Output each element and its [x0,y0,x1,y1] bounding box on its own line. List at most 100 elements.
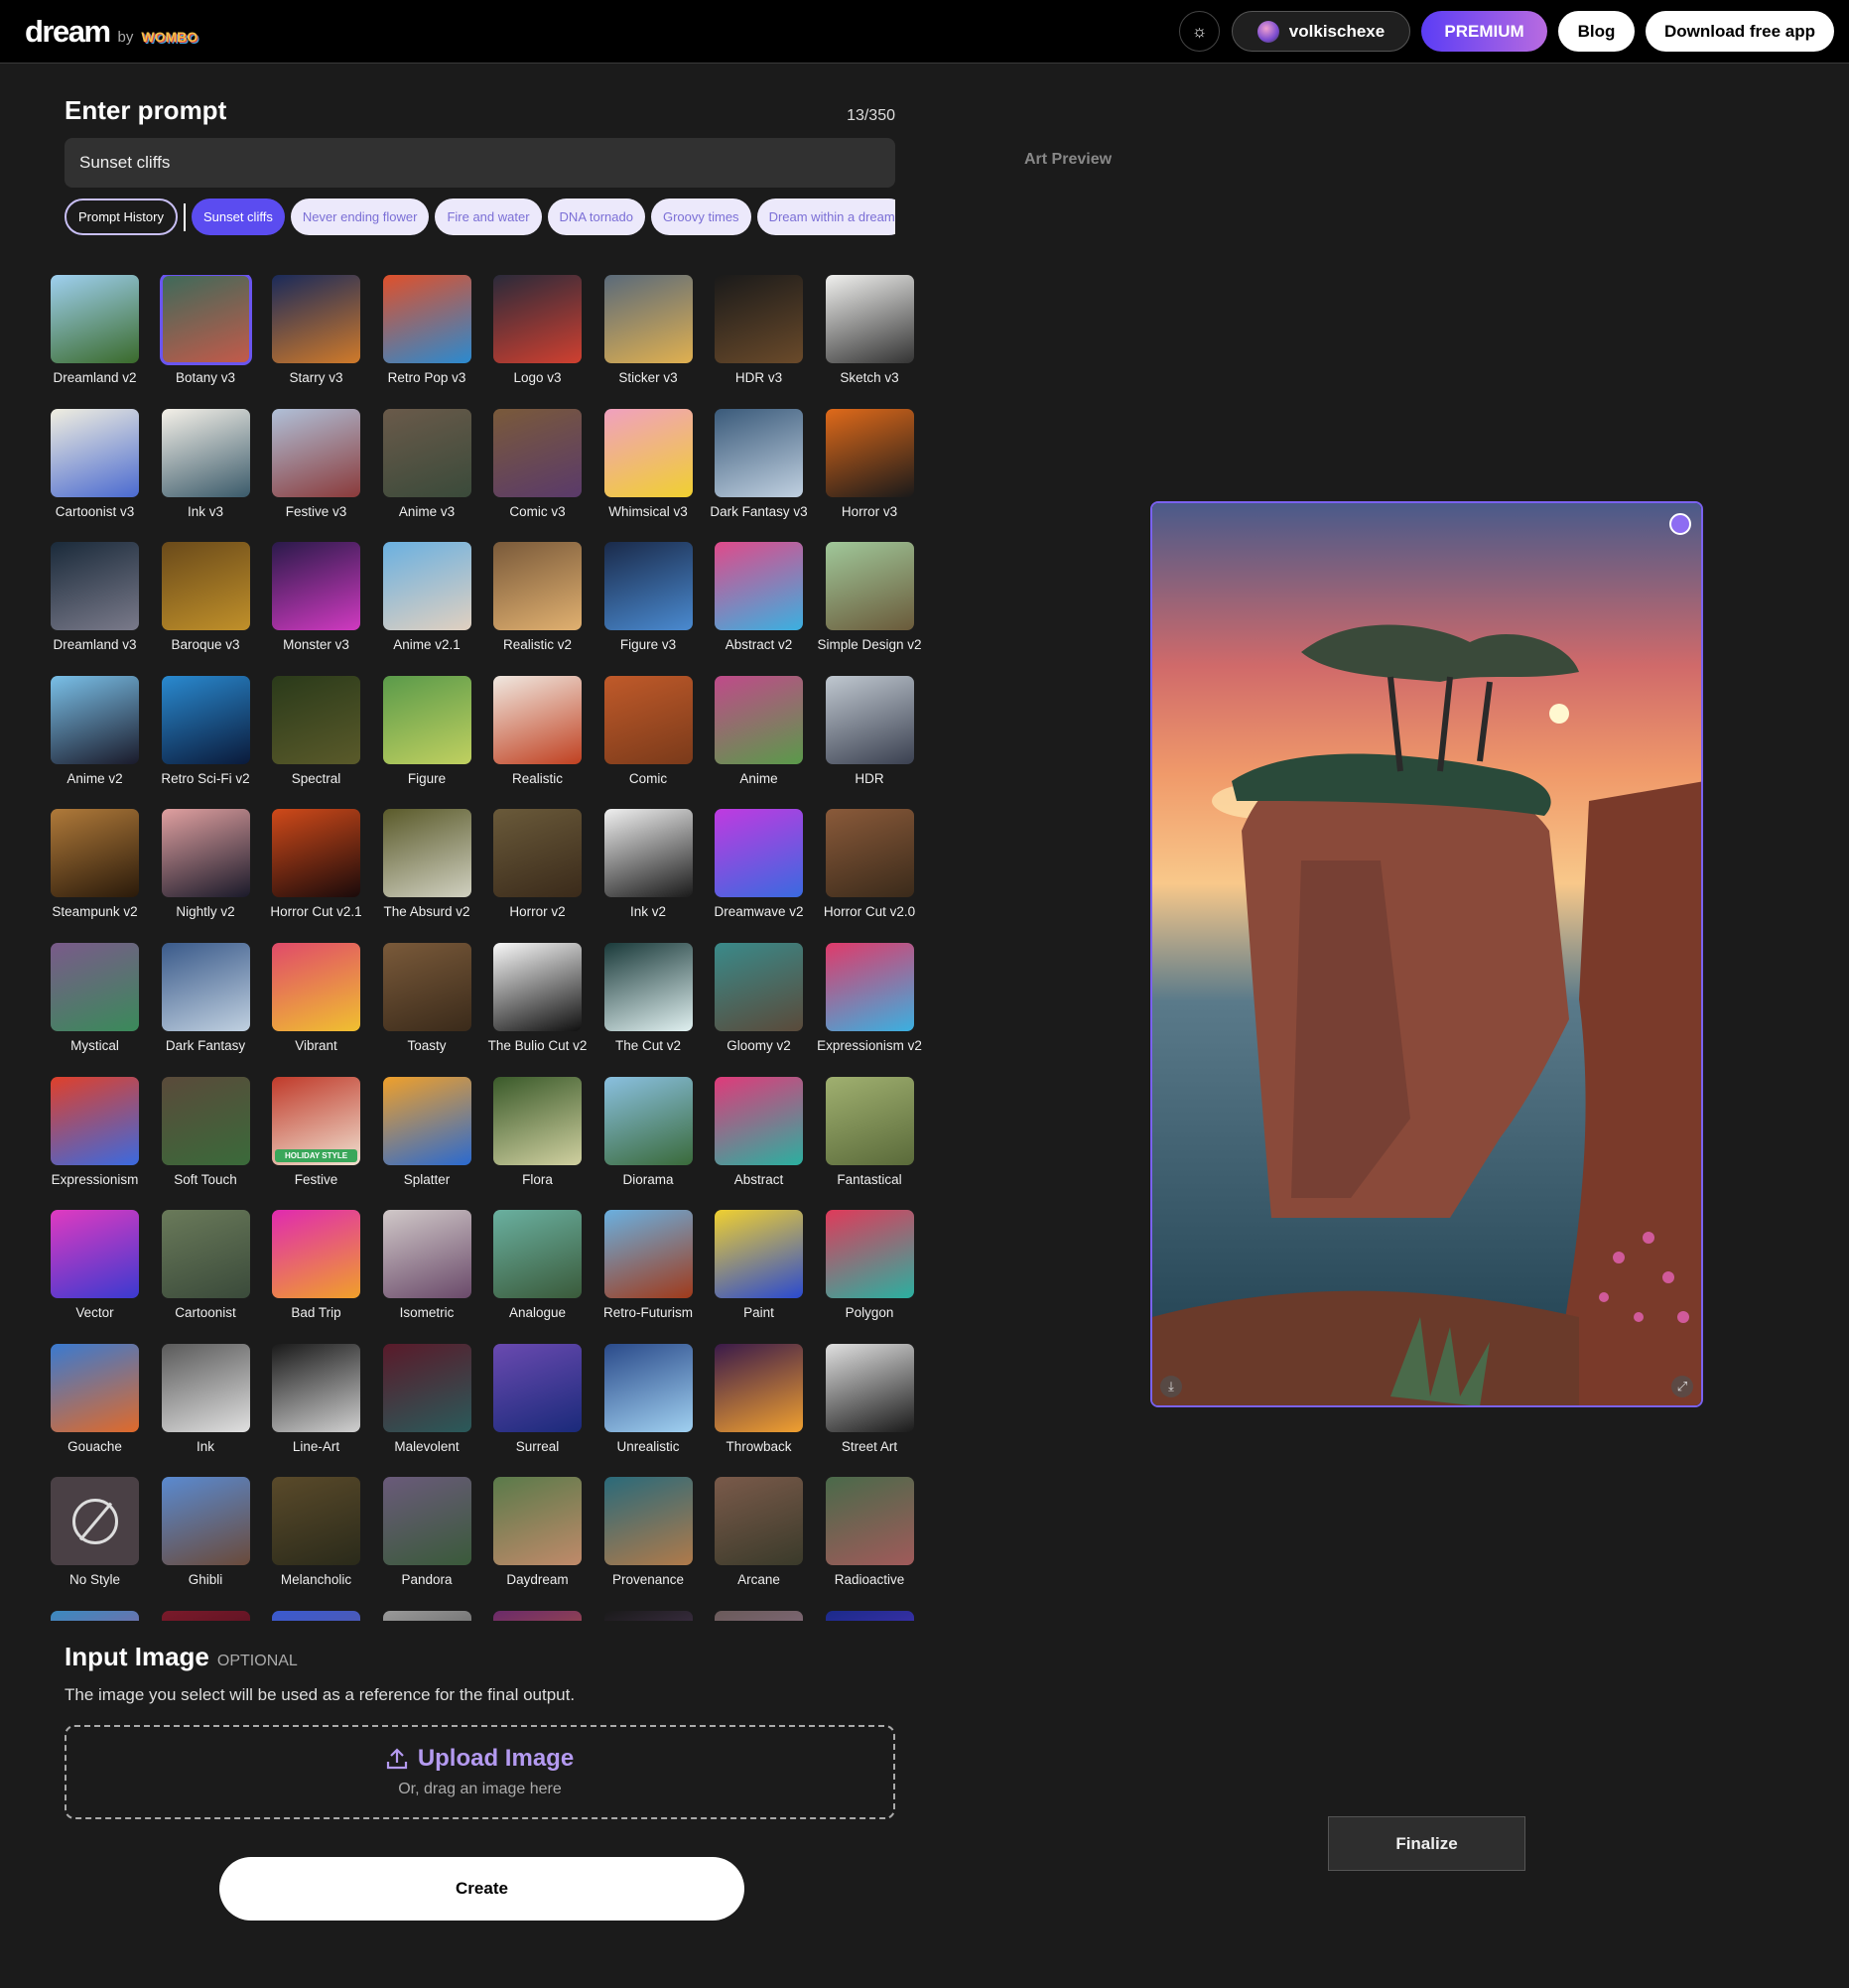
style-tile[interactable]: Soft Touch [161,1076,250,1187]
style-tile[interactable]: Radioactive [825,1477,914,1587]
style-tile[interactable]: Cartoonist [161,1210,250,1320]
style-tile[interactable]: Monster v3 [272,542,360,652]
prompt-chip[interactable]: DNA tornado [547,199,645,235]
style-tile[interactable]: The Cut v2 [603,943,693,1053]
style-tile[interactable] [715,1611,803,1621]
style-tile[interactable]: Surreal [493,1343,582,1454]
download-app-button[interactable]: Download free app [1646,11,1834,52]
style-tile[interactable]: Steampunk v2 [51,809,139,919]
upload-dropzone[interactable]: Upload Image Or, drag an image here [65,1725,895,1819]
style-tile[interactable]: Ink v2 [603,809,693,919]
style-tile[interactable]: Retro Pop v3 [382,275,471,385]
style-tile[interactable]: Flora [493,1076,582,1187]
style-tile[interactable]: Fantastical [825,1076,914,1187]
style-tile[interactable]: Dreamland v3 [51,542,139,652]
style-tile[interactable]: HDR [825,675,914,786]
style-tile[interactable]: Malevolent [382,1343,471,1454]
style-tile[interactable]: Dreamwave v2 [714,809,804,919]
style-tile[interactable]: Pandora [382,1477,471,1587]
style-tile[interactable]: Throwback [715,1343,803,1454]
style-tile[interactable]: HDR v3 [715,275,803,385]
prompt-input[interactable] [65,138,895,188]
style-tile[interactable]: Spectral [272,675,360,786]
style-tile[interactable]: Splatter [382,1076,471,1187]
finalize-button[interactable]: Finalize [1328,1816,1525,1871]
style-tile[interactable]: Retro Sci-Fi v2 [161,675,250,786]
style-tile[interactable]: Comic [603,675,693,786]
style-tile[interactable]: Diorama [603,1076,693,1187]
download-icon[interactable]: ⤓ [1160,1376,1182,1397]
art-preview-image[interactable]: ⤓ ⤢ [1150,501,1703,1407]
style-tile[interactable]: Mystical [51,943,139,1053]
style-tile[interactable]: Sketch v3 [825,275,914,385]
style-tile[interactable]: Realistic v2 [493,542,582,652]
style-tile[interactable]: HOLIDAY STYLE Festive [272,1076,360,1187]
style-tile[interactable]: Baroque v3 [161,542,250,652]
style-tile[interactable]: Gouache [51,1343,139,1454]
style-tile[interactable]: Figure v3 [603,542,693,652]
style-tile[interactable] [51,1611,139,1621]
style-tile[interactable] [161,1611,250,1621]
style-tile[interactable]: Abstract [715,1076,803,1187]
style-tile[interactable]: Botany v3 [159,275,252,385]
style-tile[interactable]: Realistic [493,675,582,786]
style-tile[interactable]: Ghibli [161,1477,250,1587]
style-tile[interactable]: Provenance [603,1477,693,1587]
style-tile[interactable]: Gloomy v2 [715,943,803,1053]
style-tile[interactable]: Horror Cut v2.1 [270,809,362,919]
style-tile[interactable]: Anime v3 [382,408,471,519]
style-tile[interactable]: Horror v3 [825,408,914,519]
style-tile[interactable]: Melancholic [272,1477,360,1587]
style-tile[interactable] [382,1611,471,1621]
style-tile[interactable]: Polygon [825,1210,914,1320]
style-tile[interactable]: Bad Trip [272,1210,360,1320]
premium-button[interactable]: PREMIUM [1421,11,1547,52]
prompt-history-button[interactable]: Prompt History [65,199,178,235]
style-tile[interactable]: Dark Fantasy v3 [710,408,808,519]
dream-logo[interactable]: dream by WOMBO [25,14,198,50]
style-tile[interactable]: Horror v2 [493,809,582,919]
style-tile[interactable]: Dark Fantasy [161,943,250,1053]
blog-button[interactable]: Blog [1558,11,1635,52]
style-tile[interactable]: Cartoonist v3 [51,408,139,519]
style-tile[interactable]: Figure [382,675,471,786]
style-tile[interactable]: Anime v2.1 [382,542,471,652]
prompt-chip[interactable]: Sunset cliffs [191,199,285,235]
expand-icon[interactable]: ⤢ [1671,1376,1693,1397]
prompt-chip[interactable]: Fire and water [435,199,542,235]
style-tile[interactable]: Retro-Futurism [603,1210,693,1320]
style-tile[interactable]: Line-Art [272,1343,360,1454]
style-tile[interactable] [493,1611,582,1621]
style-tile[interactable]: Analogue [493,1210,582,1320]
prompt-chip[interactable]: Dream within a dream [756,199,895,235]
style-tile[interactable]: Paint [715,1210,803,1320]
style-tile[interactable]: Whimsical v3 [603,408,693,519]
style-tile[interactable]: Anime [715,675,803,786]
style-tile[interactable]: Vibrant [272,943,360,1053]
style-tile[interactable]: Festive v3 [272,408,360,519]
style-tile[interactable]: Logo v3 [493,275,582,385]
style-tile[interactable]: Nightly v2 [161,809,250,919]
style-tile[interactable]: Arcane [715,1477,803,1587]
style-tile[interactable]: Abstract v2 [715,542,803,652]
style-tile[interactable]: Dreamland v2 [51,275,139,385]
style-tile[interactable] [825,1611,914,1621]
style-grid[interactable]: Dreamland v2 Botany v3 Starry v3 Retro Pop … [51,275,924,1621]
select-image-radio[interactable] [1669,513,1691,535]
style-tile[interactable] [272,1611,360,1621]
style-tile[interactable]: Starry v3 [272,275,360,385]
style-tile[interactable]: Isometric [382,1210,471,1320]
style-tile[interactable]: Vector [51,1210,139,1320]
create-button[interactable]: Create [219,1857,744,1921]
style-tile[interactable]: No Style [51,1477,139,1587]
style-tile[interactable]: Ink v3 [161,408,250,519]
style-tile[interactable]: The Absurd v2 [382,809,471,919]
prompt-chip[interactable]: Never ending flower [290,199,430,235]
style-tile[interactable]: Ink [161,1343,250,1454]
style-tile[interactable]: Street Art [825,1343,914,1454]
style-tile[interactable]: Comic v3 [493,408,582,519]
style-tile[interactable]: Sticker v3 [603,275,693,385]
style-tile[interactable] [603,1611,693,1621]
style-tile[interactable]: The Bulio Cut v2 [488,943,587,1053]
style-tile[interactable]: Expressionism v2 [817,943,922,1053]
